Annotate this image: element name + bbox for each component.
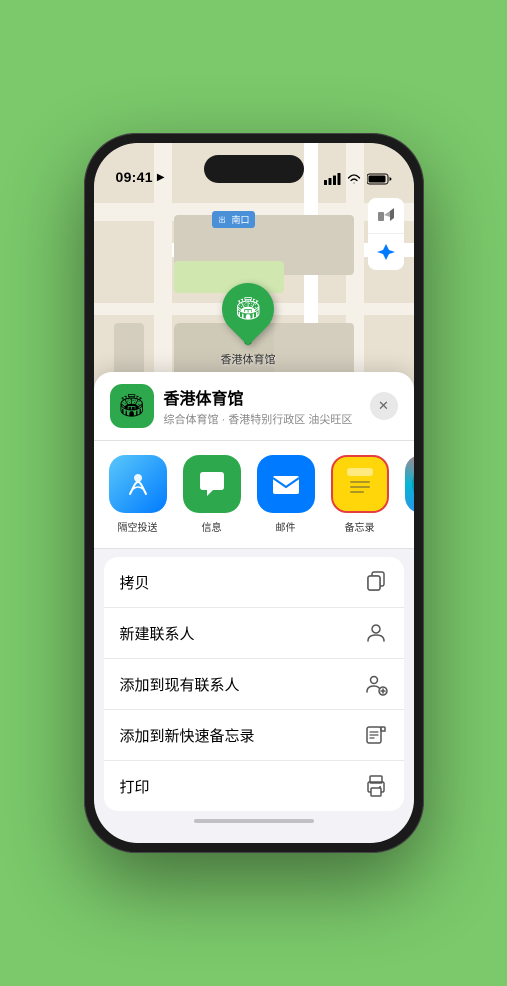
location-card: 🏟 香港体育馆 综合体育馆 · 香港特别行政区 油尖旺区 ✕ — [94, 372, 414, 441]
action-add-contact-label: 添加到现有联系人 — [120, 674, 240, 695]
location-name: 香港体育馆 — [164, 385, 360, 409]
notes-icon — [331, 455, 389, 513]
copy-icon — [364, 570, 388, 594]
location-subtitle: 综合体育馆 · 香港特别行政区 油尖旺区 — [164, 411, 360, 427]
action-list: 拷贝 新建联系人 添加到现有联 — [104, 557, 404, 811]
home-indicator — [194, 819, 314, 823]
action-add-contact[interactable]: 添加到现有联系人 — [104, 659, 404, 710]
location-button[interactable] — [368, 234, 404, 270]
dynamic-island — [204, 155, 304, 183]
share-row: 隔空投送 信息 — [94, 441, 414, 549]
pin-circle: 🏟 — [211, 272, 285, 346]
stadium-pin-icon: 🏟 — [234, 296, 262, 322]
map-controls[interactable] — [368, 198, 404, 270]
stadium-pin[interactable]: 🏟 香港体育馆 — [221, 283, 276, 367]
close-button[interactable]: ✕ — [370, 392, 398, 420]
airdrop-label: 隔空投送 — [118, 519, 158, 534]
more-icon: ··· — [405, 455, 414, 513]
mail-label: 邮件 — [276, 519, 296, 534]
action-print-label: 打印 — [120, 776, 150, 797]
notes-label: 备忘录 — [345, 519, 375, 534]
wifi-icon — [346, 173, 362, 185]
share-item-notes[interactable]: 备忘录 — [326, 455, 394, 534]
note-icon — [364, 723, 388, 747]
share-item-airdrop[interactable]: 隔空投送 — [104, 455, 172, 534]
share-item-more[interactable]: ··· 推 — [400, 455, 414, 534]
phone-frame: 09:41 ▶ — [84, 133, 424, 853]
messages-label: 信息 — [202, 519, 222, 534]
action-copy-label: 拷贝 — [120, 572, 150, 593]
print-icon — [364, 774, 388, 798]
location-card-icon: 🏟 — [110, 384, 154, 428]
battery-icon — [367, 173, 392, 185]
share-item-messages[interactable]: 信息 — [178, 455, 246, 534]
person-icon — [364, 621, 388, 645]
messages-icon — [183, 455, 241, 513]
map-type-button[interactable] — [368, 198, 404, 234]
action-new-contact[interactable]: 新建联系人 — [104, 608, 404, 659]
action-new-contact-label: 新建联系人 — [120, 623, 195, 644]
status-icons — [324, 173, 392, 185]
person-add-icon — [364, 672, 388, 696]
signal-icon — [324, 173, 341, 185]
action-quick-note[interactable]: 添加到新快速备忘录 — [104, 710, 404, 761]
airdrop-icon — [109, 455, 167, 513]
action-quick-note-label: 添加到新快速备忘录 — [120, 725, 255, 746]
location-info: 香港体育馆 综合体育馆 · 香港特别行政区 油尖旺区 — [164, 385, 360, 427]
pin-label: 香港体育馆 — [221, 351, 276, 367]
status-time: 09:41 — [116, 169, 153, 185]
action-print[interactable]: 打印 — [104, 761, 404, 811]
phone-screen: 09:41 ▶ — [94, 143, 414, 843]
action-copy[interactable]: 拷贝 — [104, 557, 404, 608]
share-item-mail[interactable]: 邮件 — [252, 455, 320, 534]
mail-icon — [257, 455, 315, 513]
nankou-label: 出 南口 — [212, 211, 255, 228]
bottom-sheet: 🏟 香港体育馆 综合体育馆 · 香港特别行政区 油尖旺区 ✕ — [94, 372, 414, 843]
location-status-icon: ▶ — [157, 172, 165, 183]
